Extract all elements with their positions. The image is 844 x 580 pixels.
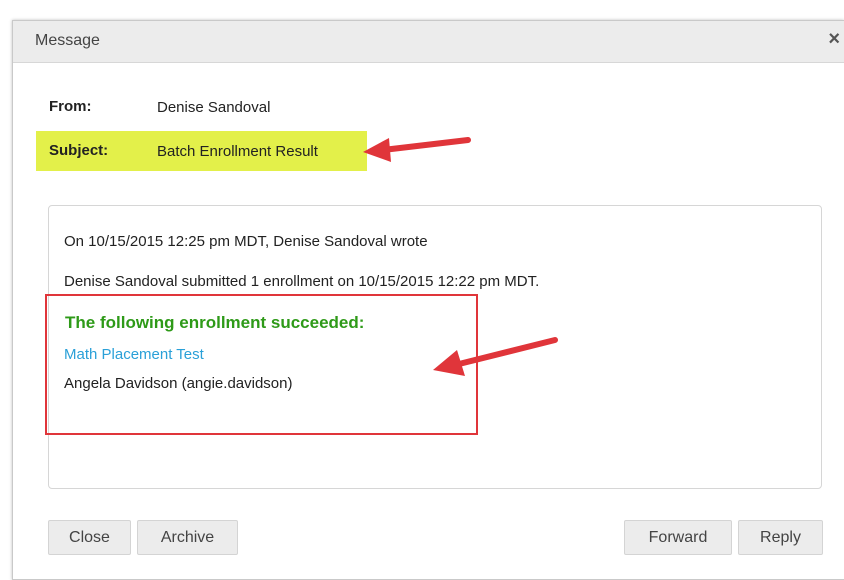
course-link[interactable]: Math Placement Test bbox=[64, 346, 204, 363]
close-icon[interactable]: × bbox=[828, 29, 840, 49]
dialog-title: Message bbox=[35, 32, 100, 49]
subject-value: Batch Enrollment Result bbox=[157, 143, 318, 160]
submitted-line: Denise Sandoval submitted 1 enrollment o… bbox=[64, 273, 540, 290]
subject-label: Subject: bbox=[49, 142, 109, 159]
archive-button[interactable]: Archive bbox=[137, 520, 238, 555]
reply-button[interactable]: Reply bbox=[738, 520, 823, 555]
annotation-arrow-icon bbox=[433, 337, 558, 376]
from-value: Denise Sandoval bbox=[157, 99, 271, 116]
dialog-titlebar: Message × bbox=[13, 21, 844, 63]
forward-button[interactable]: Forward bbox=[624, 520, 732, 555]
annotation-arrow-icon bbox=[363, 137, 471, 162]
close-button[interactable]: Close bbox=[48, 520, 131, 555]
wrote-line: On 10/15/2015 12:25 pm MDT, Denise Sando… bbox=[64, 233, 428, 250]
success-heading: The following enrollment succeeded: bbox=[65, 313, 365, 332]
from-label: From: bbox=[49, 98, 92, 115]
enrolled-person: Angela Davidson (angie.davidson) bbox=[64, 375, 293, 392]
